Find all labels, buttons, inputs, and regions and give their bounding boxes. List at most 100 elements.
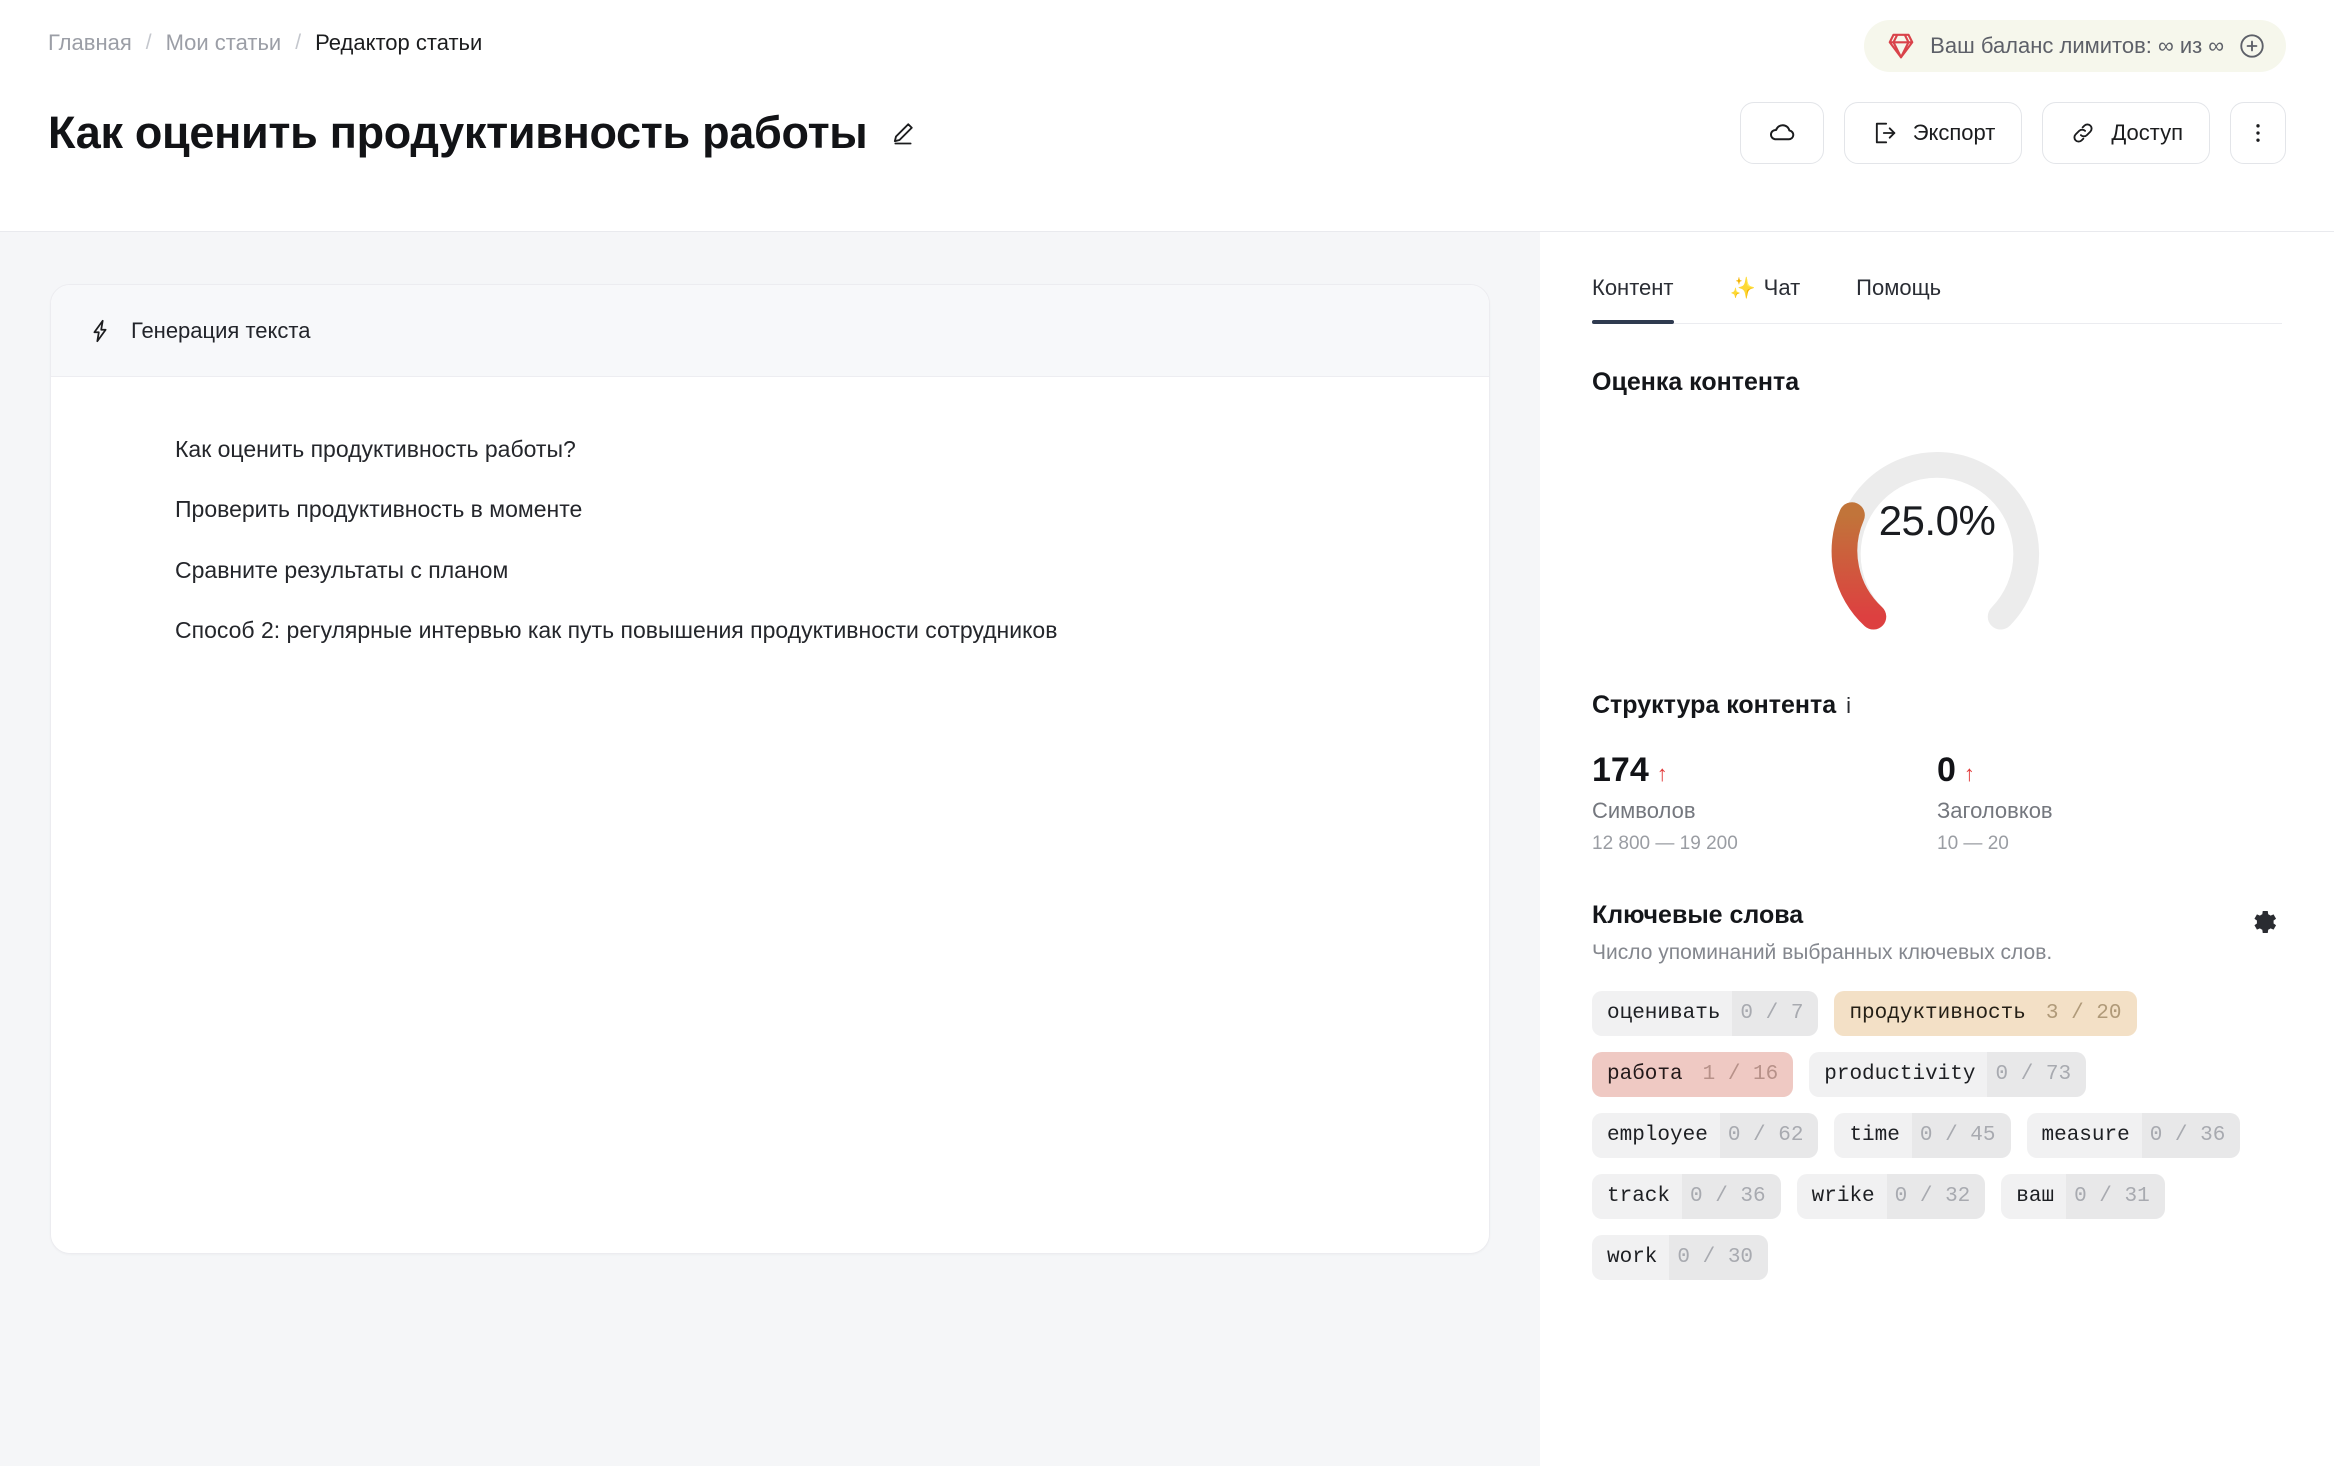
keyword-chip[interactable]: продуктивность 3 / 20 (1834, 991, 2137, 1037)
export-button[interactable]: Экспорт (1843, 102, 2023, 164)
gem-icon (1888, 33, 1914, 59)
keyword-word: employee (1607, 1124, 1708, 1148)
keywords-title: Ключевые слова (1592, 901, 2052, 930)
keyword-word: wrike (1811, 1185, 1875, 1209)
plus-circle-icon[interactable] (2238, 32, 2266, 60)
app-root: Главная / Мои статьи / Редактор статьи В… (0, 0, 2334, 1466)
stat-characters-value-row: 174 ↑ (1592, 751, 1937, 789)
document-line: Проверить продуктивность в моменте (175, 496, 583, 523)
tab-content[interactable]: Контент (1592, 275, 1674, 324)
keyword-count: 0 / 36 (2142, 1113, 2241, 1158)
editor-card: Генерация текста Как оценить продуктивно… (50, 284, 1490, 1254)
content-score-title-label: Оценка контента (1592, 368, 1800, 396)
main-content: Генерация текста Как оценить продуктивно… (0, 232, 2334, 1466)
share-button-label: Доступ (2111, 120, 2183, 145)
stat-headings-value-row: 0 ↑ (1937, 751, 2282, 789)
title-wrap: Как оценить продуктивность работы (48, 107, 921, 159)
keyword-count: 1 / 16 (1702, 1063, 1779, 1087)
sidebar-tabs: Контент ✨ Чат Помощь (1592, 232, 2282, 324)
document-line: Как оценить продуктивность работы? (175, 436, 576, 462)
breadcrumb-item-editor: Редактор статьи (315, 30, 483, 55)
keyword-chip[interactable]: оценивать 0 / 7 (1592, 991, 1819, 1037)
structure-stats: 174 ↑ Символов 12 800 — 19 200 0 ↑ Загол… (1592, 751, 2282, 855)
keyword-chip[interactable]: работа 1 / 16 (1592, 1052, 1794, 1098)
content-structure-title: Структура контента i (1592, 691, 2282, 720)
stat-headings-range: 10 — 20 (1937, 833, 2009, 855)
keyword-count: 0 / 32 (1887, 1174, 1986, 1219)
export-icon (1875, 122, 1895, 144)
stat-characters-value: 174 (1592, 751, 1649, 789)
keywords-subtitle: Число упоминаний выбранных ключевых слов… (1592, 941, 2053, 965)
trend-up-icon: ↑ (1963, 761, 1975, 786)
content-structure-title-label: Структура контента (1592, 691, 1837, 719)
stat-characters: 174 ↑ Символов 12 800 — 19 200 (1592, 751, 1937, 855)
keyword-chip[interactable]: measure 0 / 36 (2026, 1113, 2241, 1159)
breadcrumb-item-my-articles[interactable]: Мои статьи (166, 30, 282, 56)
editor-pane: Генерация текста Как оценить продуктивно… (0, 232, 1540, 1466)
title-row: Как оценить продуктивность работы Экспор… (48, 86, 2286, 164)
tab-chat[interactable]: ✨ Чат (1730, 275, 1801, 323)
keyword-chip[interactable]: time 0 / 45 (1834, 1113, 2011, 1159)
share-button[interactable]: Доступ (2042, 102, 2210, 164)
keyword-word: ваш (2016, 1185, 2055, 1209)
keyword-word: оценивать (1607, 1002, 1721, 1026)
balance-badge[interactable]: Ваш баланс лимитов: ∞ из ∞ (1864, 20, 2286, 72)
keyword-chip-list: оценивать 0 / 7 продуктивность 3 / 20 ра… (1592, 991, 2282, 1281)
pencil-icon (894, 123, 914, 145)
edit-title-button[interactable] (885, 115, 921, 151)
keyword-count: 0 / 30 (1669, 1235, 1768, 1280)
keywords-header-text: Ключевые слова Число упоминаний выбранны… (1592, 901, 2052, 965)
page-title: Как оценить продуктивность работы (48, 107, 868, 159)
breadcrumb-separator: / (145, 31, 152, 54)
keyword-word: продуктивность (1849, 1002, 2026, 1026)
page-header: Главная / Мои статьи / Редактор статьи В… (0, 0, 2334, 232)
lightning-icon (93, 319, 107, 342)
tab-chat-label: Чат (1763, 275, 1801, 300)
keyword-count: 0 / 45 (1912, 1113, 2011, 1158)
kebab-icon (2256, 124, 2260, 142)
balance-text: Ваш баланс лимитов: ∞ из ∞ (1930, 33, 2224, 58)
stat-headings: 0 ↑ Заголовков 10 — 20 (1937, 751, 2282, 855)
content-score-value: 25.0% (1878, 497, 1996, 544)
tab-help-label: Помощь (1856, 275, 1942, 300)
keyword-chip[interactable]: ваш 0 / 31 (2001, 1174, 2165, 1220)
link-icon (2073, 123, 2093, 143)
keyword-count: 0 / 7 (1732, 991, 1818, 1036)
keyword-chip[interactable]: employee 0 / 62 (1592, 1113, 1819, 1159)
keywords-title-label: Ключевые слова (1592, 901, 1804, 930)
document-line: Способ 2: регулярные интервью как путь п… (175, 617, 1058, 644)
keyword-count: 0 / 36 (1682, 1174, 1781, 1219)
stat-headings-label: Заголовков (1937, 798, 2053, 824)
keywords-settings-button[interactable] (2244, 903, 2282, 941)
keyword-chip[interactable]: productivity 0 / 73 (1809, 1052, 2087, 1098)
editor-toolbar: Генерация текста (51, 285, 1489, 377)
more-menu-button[interactable] (2230, 102, 2286, 164)
tab-content-label: Контент (1592, 275, 1674, 300)
keyword-word: productivity (1824, 1063, 1976, 1087)
breadcrumb-separator: / (295, 31, 302, 54)
cloud-save-button[interactable] (1739, 102, 1824, 164)
keyword-chip[interactable]: work 0 / 30 (1592, 1235, 1769, 1281)
tab-help[interactable]: Помощь (1856, 275, 1941, 323)
keyword-count: 0 / 73 (1987, 1052, 2086, 1097)
stat-headings-value: 0 (1937, 751, 1956, 789)
breadcrumb-item-home[interactable]: Главная (48, 30, 132, 56)
keyword-word: time (1849, 1124, 1900, 1148)
keywords-header: Ключевые слова Число упоминаний выбранны… (1592, 901, 2282, 965)
stat-characters-label: Символов (1592, 798, 1696, 824)
keyword-count: 0 / 62 (1720, 1113, 1819, 1158)
sparkles-icon: ✨ (1729, 276, 1756, 300)
keyword-chip[interactable]: track 0 / 36 (1592, 1174, 1781, 1220)
keyword-word: measure (2041, 1124, 2130, 1148)
keyword-word: work (1607, 1246, 1658, 1270)
editor-text-area[interactable]: Как оценить продуктивность работы? Прове… (51, 377, 1489, 1253)
content-score-gauge: 25.0% (1592, 419, 2282, 647)
generate-text-label[interactable]: Генерация текста (131, 318, 310, 344)
info-icon[interactable]: i (1846, 693, 1851, 719)
keyword-count: 3 / 20 (2045, 1002, 2122, 1026)
keyword-word: track (1607, 1185, 1671, 1209)
keyword-count: 0 / 31 (2066, 1174, 2165, 1219)
keyword-chip[interactable]: wrike 0 / 32 (1796, 1174, 1986, 1220)
keyword-word: работа (1607, 1063, 1683, 1087)
gear-icon (2254, 911, 2277, 934)
